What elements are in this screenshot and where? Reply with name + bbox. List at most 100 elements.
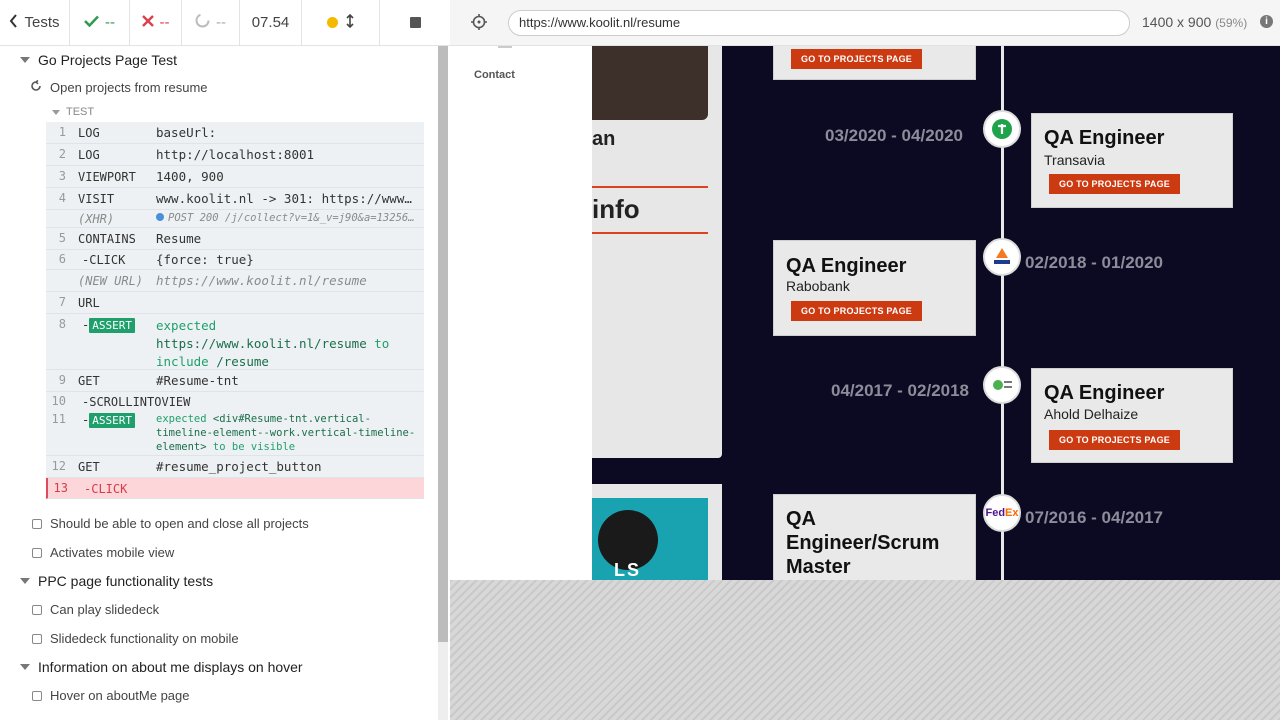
test-open-close-projects[interactable]: Should be able to open and close all pro…	[32, 516, 309, 531]
test-title: Activates mobile view	[50, 545, 175, 560]
go-to-projects-button[interactable]: GO TO PROJECTS PAGE	[1049, 430, 1180, 450]
assert-row[interactable]: 8 - ASSERT expected https://www.koolit.nl…	[46, 314, 424, 370]
selector-playground-crosshair-icon[interactable]	[470, 13, 488, 31]
refresh-icon	[30, 79, 42, 95]
command-log-scrollbar[interactable]	[438, 46, 448, 720]
test-hover-about-me[interactable]: Hover on aboutMe page	[32, 688, 189, 703]
command-name: GET	[78, 374, 100, 388]
suite-ppc-page[interactable]: PPC page functionality tests	[20, 573, 213, 589]
collapse-triangle-icon	[52, 109, 60, 115]
pending-count: --	[182, 0, 240, 45]
command-message: baseUrl:	[156, 125, 217, 140]
timeline-card-ahold-delhaize: QA Engineer Ahold Delhaize GO TO PROJECT…	[1031, 368, 1233, 463]
test-play-slidedeck[interactable]: Can play slidedeck	[32, 602, 159, 617]
viewport-overflow-background	[450, 580, 1280, 720]
app-under-test-frame: Contact an info LS GO TO PROJECTS PAGE 0…	[450, 46, 1280, 580]
timeline-date: 04/2017 - 02/2018	[831, 381, 970, 400]
command-name: GET	[78, 460, 100, 474]
command-row[interactable]: 4 VISIT www.koolit.nl -> 301: https://ww…	[46, 188, 424, 210]
timeline-card-transavia: QA Engineer Transavia GO TO PROJECTS PAG…	[1031, 113, 1233, 208]
command-message: #resume_project_button	[156, 459, 322, 474]
command-message: www.koolit.nl -> 301: https://www.koolit…	[156, 191, 418, 206]
stop-button[interactable]	[380, 0, 450, 45]
url-field[interactable]: https://www.koolit.nl/resume	[508, 10, 1130, 36]
test-section-label: TEST	[66, 106, 95, 118]
suite-title: PPC page functionality tests	[38, 573, 214, 589]
command-row[interactable]: 10 -SCROLLINTOVIEW	[46, 392, 424, 412]
assert-badge: ASSERT	[89, 318, 135, 333]
command-row[interactable]: 7 URL	[46, 292, 424, 314]
command-number: 9	[58, 373, 66, 387]
command-row[interactable]: 2 LOG http://localhost:8001	[46, 144, 424, 166]
xhr-text: POST 200 /j/collect?v=1&_v=j90&a=1325688	[168, 212, 418, 224]
new-url-row[interactable]: (NEW URL) https://www.koolit.nl/resume	[46, 270, 424, 292]
go-to-projects-button[interactable]: GO TO PROJECTS PAGE	[1049, 174, 1180, 194]
timeline-card-previous: GO TO PROJECTS PAGE	[773, 46, 976, 80]
command-name: (NEW URL)	[78, 274, 144, 288]
command-row[interactable]: 3 VIEWPORT 1400, 900	[46, 166, 424, 188]
command-number: 2	[58, 147, 66, 161]
profile-info-heading: info	[592, 194, 640, 224]
test-title: Hover on aboutMe page	[50, 688, 190, 703]
job-title: QA Engineer	[1044, 127, 1165, 149]
assert-message: expected <div#Resume-tnt.vertical- timel…	[156, 413, 416, 453]
checkbox-icon	[32, 547, 42, 558]
command-row[interactable]: 12 GET #resume_project_button	[46, 456, 424, 478]
nav-contact-link[interactable]: Contact	[474, 69, 515, 81]
command-number: 6	[58, 252, 66, 266]
xhr-row[interactable]: (XHR) POST 200 /j/collect?v=1&_v=j90&a=1…	[46, 210, 424, 228]
running-test[interactable]: Open projects from resume	[30, 79, 208, 95]
passed-count: --	[70, 0, 130, 45]
command-log-panel: Go Projects Page Test Open projects from…	[0, 46, 450, 720]
info-icon[interactable]: i	[1260, 15, 1273, 28]
tests-back-button[interactable]: Tests	[0, 0, 70, 45]
command-name: LOG	[78, 148, 100, 162]
test-section-header[interactable]: TEST	[52, 106, 94, 118]
skills-text-fragment: LS	[614, 560, 642, 580]
suite-title: Information on about me displays on hove…	[38, 659, 303, 675]
go-to-projects-button[interactable]: GO TO PROJECTS PAGE	[791, 49, 922, 69]
xhr-status-icon	[156, 213, 164, 221]
command-number: 7	[58, 295, 66, 309]
checkbox-icon	[32, 604, 42, 615]
assert-message: expected https://www.koolit.nl/resume to…	[156, 318, 390, 369]
suite-go-projects[interactable]: Go Projects Page Test	[20, 52, 177, 68]
failed-command-row[interactable]: 13 -CLICK	[46, 478, 424, 499]
company-name: Ahold Delhaize	[1044, 406, 1139, 422]
command-row[interactable]: 1 LOG baseUrl:	[46, 122, 424, 144]
command-number: 13	[53, 481, 68, 495]
go-to-projects-button[interactable]: GO TO PROJECTS PAGE	[791, 301, 922, 321]
profile-name-fragment: an	[592, 128, 616, 150]
autoscroll-arrows-icon	[346, 13, 354, 32]
expand-triangle-icon	[20, 57, 30, 63]
test-mobile-view[interactable]: Activates mobile view	[32, 545, 174, 560]
command-name: CONTAINS	[78, 232, 136, 246]
command-number: 3	[58, 169, 66, 183]
x-icon	[141, 14, 154, 31]
command-row[interactable]: 6 -CLICK {force: true}	[46, 250, 424, 270]
company-name: Transavia	[1044, 152, 1105, 168]
test-slidedeck-mobile[interactable]: Slidedeck functionality on mobile	[32, 631, 239, 646]
command-name: - ASSERT	[82, 318, 135, 333]
command-number: 11	[51, 412, 66, 426]
command-number: 12	[51, 459, 66, 473]
command-row[interactable]: 9 GET #Resume-tnt	[46, 370, 424, 392]
autoscroll-toggle[interactable]	[302, 0, 380, 45]
stop-icon	[409, 17, 421, 28]
command-number: 1	[58, 125, 66, 139]
assert-row[interactable]: 11 - ASSERT expected <div#Resume-tnt.vert…	[46, 412, 424, 456]
checkbox-icon	[32, 690, 42, 701]
job-title: QA Engineer	[1044, 382, 1165, 404]
command-name: LOG	[78, 126, 100, 140]
command-name: (XHR)	[78, 212, 115, 226]
profile-photo	[592, 46, 708, 120]
suite-about-me-hover[interactable]: Information on about me displays on hove…	[20, 659, 303, 675]
command-row[interactable]: 5 CONTAINS Resume	[46, 228, 424, 250]
scrollbar-thumb[interactable]	[438, 46, 448, 642]
passed-value: --	[105, 14, 115, 31]
checkbox-icon	[32, 518, 42, 529]
skills-card: LS	[592, 484, 722, 580]
command-name: -CLICK	[84, 482, 128, 496]
command-message: POST 200 /j/collect?v=1&_v=j90&a=1325688	[156, 212, 418, 224]
running-test-title: Open projects from resume	[50, 80, 208, 95]
